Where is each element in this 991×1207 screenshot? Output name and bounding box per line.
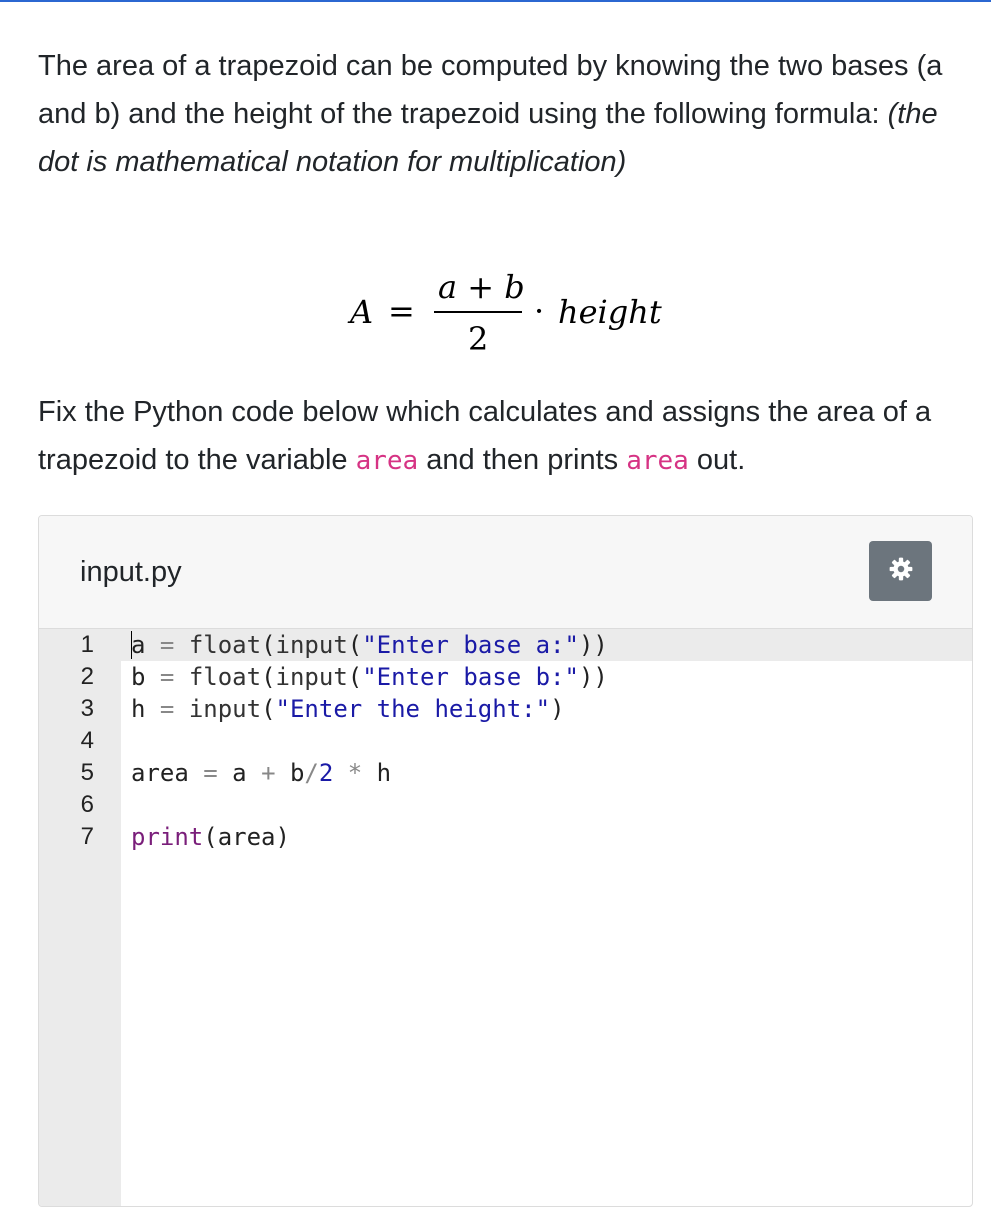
line-number: 4 [80,727,94,754]
code-line[interactable]: a = float(input("Enter base a:")) [131,629,608,661]
fraction-bar [434,311,522,313]
inline-code-area-2: area [626,446,689,476]
line-number: 6 [80,791,94,818]
instructions-part3: out. [688,444,746,476]
formula-denominator: 2 [468,320,489,358]
settings-button[interactable] [869,541,932,601]
top-divider [0,0,991,2]
intro-paragraph: The area of a trapezoid can be computed … [38,42,968,186]
text-cursor [131,631,132,659]
problem-description: The area of a trapezoid can be computed … [38,42,968,186]
formula-lhs: A [350,293,374,331]
code-editor: input.py 1 2 3 4 5 6 7 a = float(input("… [38,515,973,1207]
instructions-part2: and then prints [418,444,627,476]
inline-code-area: area [355,446,419,476]
formula-height: height [558,293,662,331]
formula-equals: = [388,292,415,330]
code-line[interactable]: h = input("Enter the height:") [131,693,565,725]
code-line[interactable]: b = float(input("Enter base b:")) [131,661,608,693]
intro-text: The area of a trapezoid can be computed … [38,50,943,130]
line-number: 7 [80,823,94,850]
file-name: input.py [80,556,182,588]
line-number: 3 [80,695,94,722]
editor-header: input.py [39,516,972,629]
formula-multiply-dot: · [534,292,545,330]
gear-icon [888,556,914,587]
line-number: 1 [80,631,94,658]
code-line[interactable]: print(area) [131,821,290,853]
instructions-paragraph: Fix the Python code below which calculat… [38,388,978,485]
line-number: 2 [80,663,94,690]
formula-numerator: a + b [438,268,525,306]
line-number: 5 [80,759,94,786]
code-line[interactable]: area = a + b/2 * h [131,757,391,789]
